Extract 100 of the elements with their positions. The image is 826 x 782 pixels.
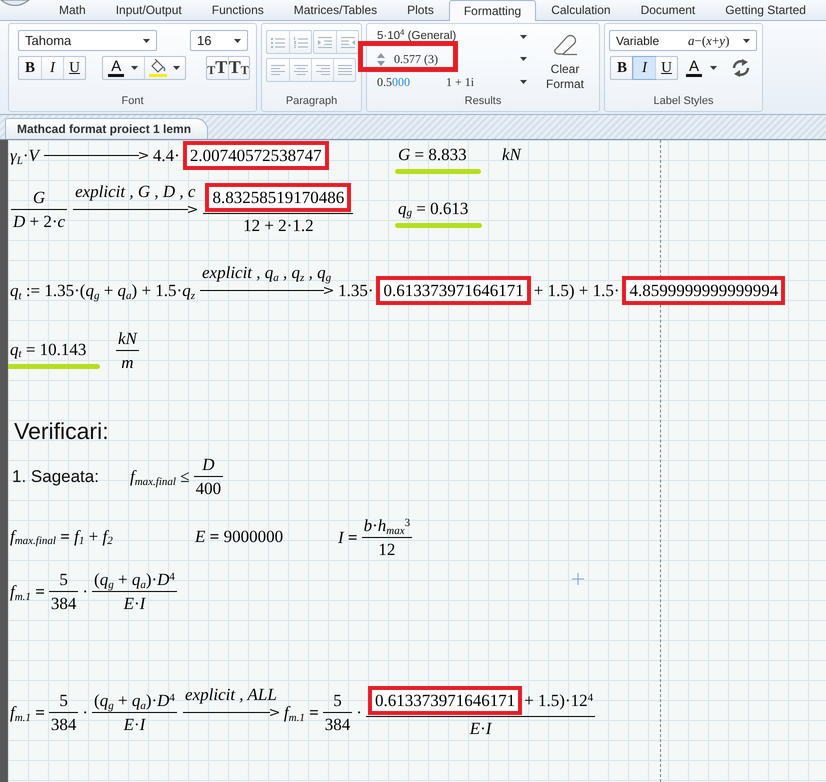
decrease-indent-icon: [340, 36, 354, 48]
italic-button[interactable]: I: [633, 57, 655, 79]
math-text: 384: [50, 714, 76, 735]
ribbon-tab[interactable]: Calculation: [536, 0, 626, 20]
caret-icon: [520, 57, 527, 61]
bold-button[interactable]: B: [611, 57, 633, 79]
ribbon-tab[interactable]: Document: [626, 0, 710, 20]
math-text: 384: [50, 593, 76, 614]
math-text: ·: [82, 581, 88, 602]
math-text: f$_{max.final}$ = f$_{1}$ + f$_{2}$: [10, 526, 113, 546]
complex-format-dropdown[interactable]: 0.5000 1 + 1i: [372, 73, 532, 90]
annotated-number: 0.613373971646171: [376, 276, 531, 305]
math-text: 400: [196, 478, 222, 499]
caret-icon: [520, 80, 527, 84]
math-text: 12: [378, 539, 396, 560]
underline-button[interactable]: U: [63, 57, 85, 79]
math-text: q$_{g}$ = 0.613: [398, 198, 468, 218]
math-text: + 1.5)·12$^{4}$: [524, 690, 594, 711]
underline-button[interactable]: U: [655, 57, 677, 79]
ribbon-tab[interactable]: Math: [44, 0, 101, 20]
math-text: E·I: [124, 714, 146, 735]
math-text: 5: [59, 569, 68, 590]
caret-icon: [234, 38, 241, 42]
caret-icon: [131, 66, 138, 70]
math-text: E·I: [124, 593, 146, 614]
math-text: ·: [356, 702, 362, 723]
font-color-button[interactable]: A: [103, 57, 144, 79]
right-arrow-icon: [44, 152, 148, 159]
math-text: E = 9000000: [195, 526, 284, 546]
math-text: q$_{t}$ = 10.143: [10, 338, 86, 360]
caret-icon: [710, 66, 718, 70]
math-text: f$_{m.1}$ =: [10, 702, 45, 723]
math-variable: D: [202, 454, 214, 475]
math-variable: m: [121, 352, 134, 373]
precision-dropdown[interactable]: 0.577 (3): [372, 50, 532, 68]
math-text: ·: [82, 702, 88, 723]
ribbon-tab[interactable]: Formatting: [448, 0, 536, 21]
shrink-font-button[interactable]: TT: [228, 57, 249, 79]
crosshair-cursor-icon: [572, 573, 584, 585]
math-text: 5: [59, 690, 68, 711]
worksheet-tab[interactable]: Mathcad format proiect 1 lemn: [5, 118, 208, 139]
group-label: Label Styles: [654, 94, 714, 109]
right-arrow-icon: [182, 709, 279, 716]
math-text: f$_{m.1}$ =: [284, 702, 319, 723]
align-right-icon: [316, 64, 330, 76]
bold-button[interactable]: B: [19, 57, 41, 79]
math-text: D + 2·c: [13, 211, 66, 232]
caret-icon: [143, 38, 150, 42]
ribbon-tab[interactable]: Getting Started: [710, 0, 821, 20]
font-size-dropdown[interactable]: 16: [190, 30, 248, 51]
justify-icon: [338, 64, 352, 76]
app-menu-button[interactable]: [0, 0, 30, 6]
align-center-icon: [294, 64, 308, 76]
math-text: 4.4·: [152, 145, 180, 166]
arrow-label: explicit , G , D , c: [74, 181, 196, 202]
ribbon-tab[interactable]: Input/Output: [100, 0, 197, 20]
font-name-dropdown[interactable]: Tahoma: [18, 30, 157, 51]
increase-indent-icon: [318, 36, 332, 48]
annotated-number: 8.83258519170486: [205, 183, 352, 212]
caret-icon: [173, 66, 180, 70]
rotate-arrows-icon[interactable]: [731, 59, 752, 77]
result-format-dropdown[interactable]: 5·10$^{4}$ (General): [372, 28, 532, 45]
group-label: Results: [464, 94, 502, 109]
math-text: + 1.5) + 1.5·: [534, 280, 620, 301]
right-arrow-icon: [200, 287, 334, 294]
math-text: I =: [338, 527, 358, 548]
eraser-icon: [551, 34, 579, 56]
item-label: 1. Sageata:: [12, 466, 99, 486]
math-variable: kN: [118, 328, 137, 349]
math-text: q$_{t}$ := 1.35·(q$_{g}$ + q$_{a}$) + 1.5·q$_{z}$: [10, 280, 195, 301]
bullet-list-icon: [271, 36, 285, 48]
math-variable: G: [32, 187, 46, 208]
label-style-dropdown[interactable]: Variable a−(x+y): [609, 30, 757, 51]
ribbon-tab[interactable]: Functions: [196, 0, 279, 20]
numbered-list-icon: [294, 36, 308, 48]
math-text: (q$_{g}$ + q$_{a}$)·D$^{4}$: [94, 690, 175, 711]
math-text: 384: [324, 714, 350, 735]
math-text: 5: [333, 690, 342, 711]
math-text: E·I: [470, 718, 492, 739]
caret-icon: [743, 38, 750, 42]
arrow-label: explicit , q$_{a}$ , q$_{z}$ , q$_{g}$: [201, 262, 332, 283]
caret-icon: [520, 34, 527, 38]
math-text: f$_{max.final}$ ≤: [130, 466, 190, 487]
align-left-icon: [271, 64, 285, 76]
group-label: Paragraph: [286, 94, 338, 109]
paint-bucket-icon: [149, 59, 168, 77]
italic-button[interactable]: I: [41, 57, 63, 79]
annotated-number: 2.00740572538747: [182, 141, 329, 170]
math-text: (q$_{g}$ + q$_{a}$)·D$^{4}$: [94, 569, 175, 590]
spinner-arrows-icon[interactable]: [377, 52, 385, 66]
section-heading: Verificari:: [14, 417, 109, 445]
ribbon-tab[interactable]: Plots: [392, 0, 449, 20]
arrow-label: explicit , ALL: [184, 684, 278, 705]
math-variable: kN: [502, 144, 521, 164]
clear-format-button[interactable]: Clear Format: [537, 28, 593, 92]
ribbon-tab[interactable]: Matrices/Tables: [278, 0, 392, 20]
grow-font-button[interactable]: TT: [207, 57, 228, 79]
math-text: γ$_{L}$·V: [10, 145, 39, 166]
math-text: 1.35·: [338, 280, 374, 301]
label-color-button[interactable]: A: [684, 56, 720, 80]
